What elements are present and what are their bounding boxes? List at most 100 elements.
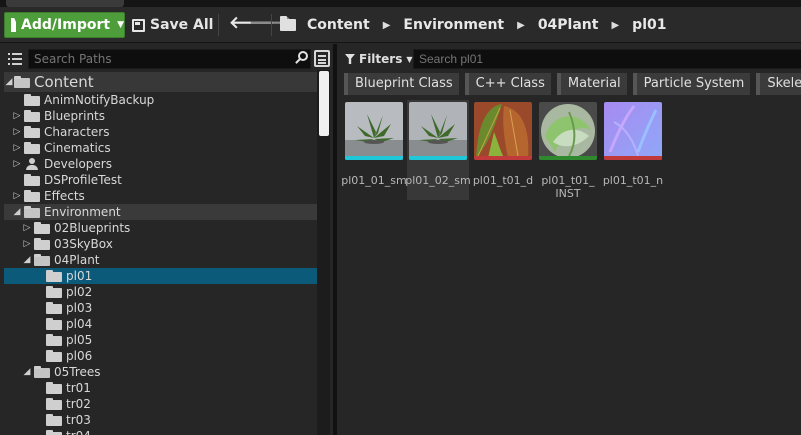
- asset-view-panel: Filters ▼ Blueprint ClassC++ ClassMateri…: [337, 44, 801, 435]
- asset-type-color-bar: [604, 156, 662, 160]
- folder-open-icon: [34, 254, 50, 266]
- dropdown-caret-icon: ▼: [117, 20, 124, 30]
- tree-row-label: pl03: [66, 301, 93, 315]
- tree-row-label: pl01: [66, 269, 93, 283]
- tree-row[interactable]: ▷ Characters: [4, 124, 317, 140]
- folder-icon: [46, 382, 62, 394]
- search-icon[interactable]: [298, 51, 308, 61]
- toolbar: Add/Import ▼ Save All 🡐 🡒 Content ▶ Envi…: [0, 7, 801, 43]
- tree-row[interactable]: pl03: [4, 300, 317, 316]
- expand-arrow-icon[interactable]: ▷: [12, 140, 22, 156]
- filters-button[interactable]: Filters ▼: [345, 51, 413, 67]
- tree-row[interactable]: pl06: [4, 348, 317, 364]
- tree-row[interactable]: ▷ Cinematics: [4, 140, 317, 156]
- breadcrumb-item-pl01[interactable]: pl01: [632, 17, 666, 33]
- search-paths-input[interactable]: [28, 49, 311, 69]
- tree-row[interactable]: tr01: [4, 380, 317, 396]
- filter-chip[interactable]: Blueprint Class: [344, 73, 459, 95]
- tree-row-label: DSProfileTest: [44, 173, 122, 187]
- tree-row-label: Developers: [44, 157, 112, 171]
- tree-row[interactable]: tr04: [4, 428, 317, 435]
- tree-row[interactable]: pl04: [4, 316, 317, 332]
- tree-row-label: Cinematics: [44, 141, 111, 155]
- breadcrumb-item-04plant[interactable]: 04Plant: [538, 17, 599, 33]
- asset-tile[interactable]: pl01_t01_d: [472, 100, 534, 200]
- dropdown-caret-icon: ▼: [406, 54, 413, 64]
- asset-tile[interactable]: pl01_t01_n: [602, 100, 664, 200]
- tree-row[interactable]: ◢ 04Plant: [4, 252, 317, 268]
- tree-row-label: Environment: [44, 205, 121, 219]
- tree-row[interactable]: ▷ Effects: [4, 188, 317, 204]
- tree-row[interactable]: ◢ Content: [4, 72, 317, 92]
- folder-icon: [280, 16, 296, 31]
- expand-arrow-icon[interactable]: ▷: [12, 108, 22, 124]
- breadcrumb-arrow-icon[interactable]: ▶: [611, 20, 619, 31]
- toolbar-divider: [218, 14, 219, 36]
- filter-chip[interactable]: C++ Class: [464, 73, 551, 95]
- expand-arrow-icon[interactable]: ▷: [12, 124, 22, 140]
- view-options-icon[interactable]: [314, 50, 330, 67]
- folder-open-icon: [24, 206, 40, 218]
- asset-name: pl01_t01_d: [472, 174, 534, 187]
- breadcrumb: Content ▶ Environment ▶ 04Plant ▶ pl01: [280, 13, 666, 37]
- asset-name: pl01_t01_n: [602, 174, 664, 187]
- save-all-button[interactable]: Save All: [132, 12, 213, 38]
- tree-row[interactable]: ▷ 02Blueprints: [4, 220, 317, 236]
- sources-toggle-icon[interactable]: [8, 52, 22, 66]
- tree-scrollbar-thumb[interactable]: [319, 71, 329, 136]
- folder-icon: [46, 414, 62, 426]
- expand-arrow-icon[interactable]: ▷: [22, 236, 32, 252]
- content-browser-tab[interactable]: [6, 0, 124, 7]
- tree-row[interactable]: DSProfileTest: [4, 172, 317, 188]
- collapse-arrow-icon[interactable]: ◢: [22, 364, 32, 380]
- tree-scrollbar[interactable]: [317, 70, 330, 435]
- tree-row[interactable]: tr03: [4, 412, 317, 428]
- folder-icon: [24, 190, 40, 202]
- tree-row-label: pl06: [66, 349, 93, 363]
- collapse-arrow-icon[interactable]: ◢: [22, 252, 32, 268]
- folder-icon: [24, 142, 40, 154]
- asset-name: pl01_02_sm: [405, 174, 471, 187]
- tree-row[interactable]: ▷ Blueprints: [4, 108, 317, 124]
- asset-name: pl01_01_sm: [341, 174, 407, 187]
- folder-icon: [46, 350, 62, 362]
- folder-icon: [46, 270, 62, 282]
- breadcrumb-item-environment[interactable]: Environment: [403, 17, 504, 33]
- window-tab-strip: [0, 0, 801, 7]
- asset-thumbnail: [409, 102, 467, 160]
- tree-row[interactable]: ▷ 03SkyBox: [4, 236, 317, 252]
- collapse-arrow-icon[interactable]: ◢: [4, 72, 14, 92]
- tree-row[interactable]: pl01: [4, 268, 317, 284]
- search-assets-input[interactable]: [413, 49, 801, 69]
- person-icon: [26, 158, 38, 170]
- add-import-button[interactable]: Add/Import ▼: [4, 12, 125, 38]
- new-file-icon: [11, 18, 17, 32]
- filter-chip[interactable]: Particle System: [632, 73, 751, 95]
- tree-row[interactable]: tr02: [4, 396, 317, 412]
- breadcrumb-arrow-icon[interactable]: ▶: [517, 20, 525, 31]
- collapse-arrow-icon[interactable]: ◢: [12, 204, 22, 220]
- expand-arrow-icon[interactable]: ▷: [12, 188, 22, 204]
- tree-row[interactable]: AnimNotifyBackup: [4, 92, 317, 108]
- tree-row[interactable]: pl05: [4, 332, 317, 348]
- asset-tile[interactable]: pl01_01_sm: [341, 100, 407, 200]
- asset-thumbnail: [474, 102, 532, 160]
- asset-tile[interactable]: pl01_02_sm: [405, 100, 471, 200]
- filter-funnel-icon: [345, 54, 355, 64]
- tree-row[interactable]: pl02: [4, 284, 317, 300]
- asset-thumbnail: [604, 102, 662, 160]
- tree-row-label: tr01: [66, 381, 91, 395]
- filter-chip[interactable]: Skeletal Me: [756, 73, 801, 95]
- expand-arrow-icon[interactable]: ▷: [22, 220, 32, 236]
- content-browser-window: { "toolbar": { "add_import_label": "Add/…: [0, 0, 801, 435]
- tree-row[interactable]: ◢ 05Trees: [4, 364, 317, 380]
- asset-tile[interactable]: pl01_t01_ INST: [537, 100, 599, 200]
- breadcrumb-item-content[interactable]: Content: [307, 17, 370, 33]
- tree-row[interactable]: ▷ Developers: [4, 156, 317, 172]
- folder-icon: [46, 334, 62, 346]
- tree-row[interactable]: ◢ Environment: [4, 204, 317, 220]
- breadcrumb-arrow-icon[interactable]: ▶: [383, 20, 391, 31]
- expand-arrow-icon[interactable]: ▷: [12, 156, 22, 172]
- tree-row-label: AnimNotifyBackup: [44, 93, 155, 107]
- filter-chip[interactable]: Material: [556, 73, 627, 95]
